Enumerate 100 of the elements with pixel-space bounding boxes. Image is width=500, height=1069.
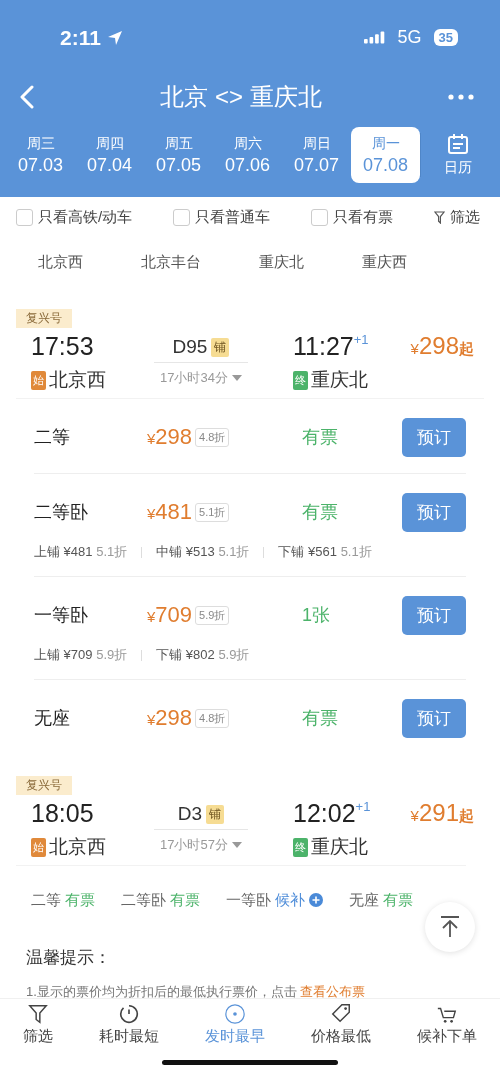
date-tab[interactable]: 周五 07.05 — [144, 127, 213, 183]
seat-class: 无座 — [34, 707, 71, 730]
route-title: 北京 <> 重庆北 — [159, 82, 323, 112]
status-time: 2:11 — [60, 25, 101, 50]
book-button[interactable]: 预订 — [402, 417, 466, 457]
filter-icon[interactable] — [434, 210, 445, 224]
berth-price: 下铺 ¥561 5.1折 — [278, 543, 372, 561]
departure-station: 北京西 — [49, 368, 106, 392]
price-tag-icon — [330, 1003, 352, 1025]
lowest-price: ¥291起 — [409, 799, 475, 827]
train-brand-tag: 复兴号 — [16, 309, 72, 328]
more-icon[interactable] — [448, 94, 474, 100]
arrow-up-icon — [440, 916, 460, 938]
clock-icon — [224, 1003, 246, 1025]
availability: 有票 — [65, 890, 95, 910]
availability: 有票 — [383, 890, 413, 910]
availability: 有票 — [302, 426, 339, 449]
sort-tab[interactable]: 发时最早 — [201, 1003, 269, 1046]
arrival-time: 12:02 — [293, 799, 356, 828]
sort-tab[interactable]: 耗时最短 — [95, 1003, 163, 1046]
filter-label[interactable]: 只看普通车 — [195, 207, 271, 227]
calendar-icon[interactable] — [446, 133, 469, 155]
seat-class: 二等卧 — [34, 501, 89, 524]
seat-price: ¥298 — [147, 424, 193, 450]
arrival-station: 重庆北 — [311, 368, 368, 392]
seat-class: 一等卧 — [226, 890, 271, 910]
departure-time: 18:05 — [31, 799, 95, 828]
date-tab[interactable]: 周一 07.08 — [351, 127, 420, 183]
filter-icon — [27, 1003, 49, 1025]
public-fare-link[interactable]: 查看公布票 — [300, 984, 366, 999]
seat-class: 二等 — [34, 426, 71, 449]
book-button[interactable]: 预订 — [402, 595, 466, 635]
back-icon[interactable] — [20, 85, 34, 109]
arrival-time: 11:27 — [293, 332, 354, 361]
checkbox[interactable] — [16, 208, 33, 226]
dropdown-icon[interactable] — [231, 842, 242, 848]
sleeper-badge: 铺 — [206, 804, 225, 824]
station-filter[interactable]: 北京西 — [38, 252, 83, 272]
discount-tag: 4.8折 — [195, 708, 230, 728]
end-badge: 终 — [293, 837, 308, 857]
discount-tag: 5.1折 — [195, 502, 230, 522]
seat-class: 二等 — [31, 890, 61, 910]
berth-price: 中铺 ¥513 5.1折 — [156, 543, 250, 561]
book-button[interactable]: 预订 — [402, 492, 466, 532]
day-offset: +1 — [353, 332, 369, 347]
discount-tag: 5.9折 — [195, 605, 230, 625]
station-filter[interactable]: 重庆西 — [362, 252, 407, 272]
add-icon[interactable] — [309, 893, 323, 907]
filter-label[interactable]: 只看高铁/动车 — [38, 207, 133, 227]
network-label: 5G — [397, 27, 422, 48]
train-number: D3 — [177, 803, 203, 825]
lowest-price: ¥298起 — [409, 332, 475, 360]
duration[interactable]: 17小时34分 — [160, 369, 228, 387]
seat-price: ¥298 — [147, 705, 193, 731]
tips-title: 温馨提示： — [26, 947, 112, 969]
seat-price: ¥709 — [147, 602, 193, 628]
availability: 1张 — [302, 604, 331, 627]
duration[interactable]: 17小时57分 — [160, 836, 228, 854]
station-filter[interactable]: 北京丰台 — [141, 252, 201, 272]
back-to-top-button[interactable] — [425, 902, 475, 952]
tips-text: 1.显示的票价均为折扣后的最低执行票价，点击 查看公布票 — [26, 983, 367, 1001]
seat-class: 一等卧 — [34, 604, 89, 627]
checkbox[interactable] — [173, 208, 191, 226]
availability: 有票 — [302, 501, 339, 524]
date-tab[interactable]: 周三 07.03 — [6, 127, 75, 183]
seat-price: ¥481 — [147, 499, 193, 525]
sort-tab[interactable]: 筛选 — [19, 1003, 57, 1046]
filter-label[interactable]: 只看有票 — [333, 207, 394, 227]
start-badge: 始 — [31, 837, 46, 857]
date-tab[interactable]: 周六 07.06 — [213, 127, 282, 183]
book-button[interactable]: 预订 — [402, 698, 466, 738]
end-badge: 终 — [293, 370, 308, 390]
berth-price: 下铺 ¥802 5.9折 — [156, 646, 250, 664]
day-offset: +1 — [355, 799, 371, 814]
train-brand-tag: 复兴号 — [16, 776, 72, 795]
availability: 候补 — [275, 890, 305, 910]
location-arrow-icon — [106, 29, 123, 46]
battery-indicator: 35 — [433, 29, 458, 46]
date-tab[interactable]: 周日 07.07 — [282, 127, 351, 183]
sort-tab[interactable]: 价格最低 — [307, 1003, 375, 1046]
sleeper-badge: 铺 — [211, 337, 230, 357]
calendar-label[interactable]: 日历 — [443, 159, 472, 177]
departure-time: 17:53 — [31, 332, 95, 361]
seat-class: 二等卧 — [121, 890, 166, 910]
availability: 有票 — [302, 707, 339, 730]
dropdown-icon[interactable] — [231, 375, 242, 381]
sort-tab[interactable]: 候补下单 — [413, 1003, 481, 1046]
filter-button[interactable]: 筛选 — [450, 207, 480, 227]
start-badge: 始 — [31, 370, 46, 390]
berth-price: 上铺 ¥481 5.1折 — [34, 543, 128, 561]
timer-icon — [118, 1003, 140, 1025]
date-tab[interactable]: 周四 07.04 — [75, 127, 144, 183]
train-number: D95 — [172, 336, 208, 358]
arrival-station: 重庆北 — [311, 835, 368, 859]
station-filter[interactable]: 重庆北 — [259, 252, 304, 272]
seat-class: 无座 — [349, 890, 379, 910]
departure-station: 北京西 — [49, 835, 106, 859]
discount-tag: 4.8折 — [195, 427, 230, 447]
availability: 有票 — [170, 890, 200, 910]
checkbox[interactable] — [311, 208, 329, 226]
